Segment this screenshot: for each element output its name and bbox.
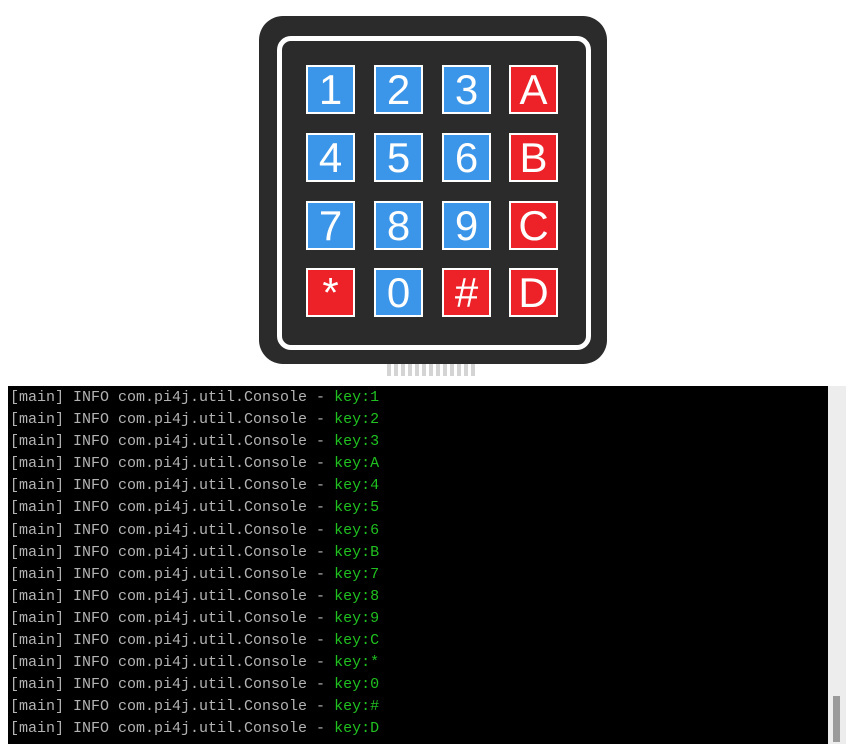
log-prefix: [main] INFO com.pi4j.util.Console -: [10, 521, 335, 539]
terminal-log-line: [main] INFO com.pi4j.util.Console - key:…: [10, 674, 379, 696]
terminal-log: [main] INFO com.pi4j.util.Console - key:…: [10, 387, 379, 741]
terminal-log-line: [main] INFO com.pi4j.util.Console - key:…: [10, 497, 379, 519]
log-prefix: [main] INFO com.pi4j.util.Console -: [10, 720, 335, 738]
key-4[interactable]: 4: [306, 133, 355, 182]
log-prefix: [main] INFO com.pi4j.util.Console -: [10, 499, 335, 517]
log-key-value: key:1: [334, 389, 380, 406]
key-a[interactable]: A: [509, 65, 558, 114]
log-prefix: [main] INFO com.pi4j.util.Console -: [10, 411, 335, 429]
log-key-value: key:D: [334, 720, 380, 738]
terminal-log-line: [main] INFO com.pi4j.util.Console - key:…: [10, 630, 379, 652]
terminal-log-line: [main] INFO com.pi4j.util.Console - key:…: [10, 453, 379, 475]
key-6[interactable]: 6: [442, 133, 491, 182]
key-hash[interactable]: #: [442, 268, 491, 317]
key-8[interactable]: 8: [374, 201, 423, 250]
terminal-scrollbar-thumb[interactable]: [833, 696, 840, 742]
terminal-log-line: [main] INFO com.pi4j.util.Console - key:…: [10, 608, 379, 630]
log-key-value: key:4: [334, 477, 380, 495]
log-key-value: key:6: [334, 521, 380, 539]
terminal-log-line: [main] INFO com.pi4j.util.Console - key:…: [10, 564, 379, 586]
key-7[interactable]: 7: [306, 201, 355, 250]
log-prefix: [main] INFO com.pi4j.util.Console -: [10, 609, 335, 627]
log-prefix: [main] INFO com.pi4j.util.Console -: [10, 433, 335, 451]
terminal-log-line: [main] INFO com.pi4j.util.Console - key:…: [10, 431, 379, 453]
log-prefix: [main] INFO com.pi4j.util.Console -: [10, 455, 335, 473]
keypad-4x4: 1 2 3 A 4 5 6 B 7 8 9 C * 0 # D: [259, 16, 607, 364]
key-5[interactable]: 5: [374, 133, 423, 182]
log-key-value: key:#: [334, 698, 380, 716]
terminal-log-line: [main] INFO com.pi4j.util.Console - key:…: [10, 542, 379, 564]
key-9[interactable]: 9: [442, 201, 491, 250]
log-key-value: key:5: [334, 499, 380, 517]
log-prefix: [main] INFO com.pi4j.util.Console -: [10, 587, 335, 605]
key-1[interactable]: 1: [306, 65, 355, 114]
terminal-log-line: [main] INFO com.pi4j.util.Console - key:…: [10, 409, 379, 431]
log-key-value: key:B: [334, 543, 380, 561]
terminal-log-line: [main] INFO com.pi4j.util.Console - key:…: [10, 718, 379, 740]
log-key-value: key:*: [334, 654, 380, 672]
key-2[interactable]: 2: [374, 65, 423, 114]
log-key-value: key:A: [334, 455, 380, 473]
terminal-log-line: [main] INFO com.pi4j.util.Console - key:…: [10, 696, 379, 718]
key-3[interactable]: 3: [442, 65, 491, 114]
log-key-value: key:9: [334, 609, 380, 627]
key-b[interactable]: B: [509, 133, 558, 182]
terminal-scrollbar[interactable]: [828, 386, 846, 744]
log-prefix: [main] INFO com.pi4j.util.Console -: [10, 477, 335, 495]
log-prefix: [main] INFO com.pi4j.util.Console -: [10, 676, 335, 694]
log-key-value: key:2: [334, 411, 380, 429]
terminal-log-line: [main] INFO com.pi4j.util.Console - key:…: [10, 520, 379, 542]
log-key-value: key:7: [334, 565, 380, 583]
log-prefix: [main] INFO com.pi4j.util.Console -: [10, 632, 335, 650]
log-prefix: [main] INFO com.pi4j.util.Console -: [10, 698, 335, 716]
key-0[interactable]: 0: [374, 268, 423, 317]
log-prefix: [main] INFO com.pi4j.util.Console -: [10, 565, 335, 583]
log-prefix: [main] INFO com.pi4j.util.Console -: [10, 543, 335, 561]
terminal-log-line: [main] INFO com.pi4j.util.Console - key:…: [10, 475, 379, 497]
keypad-ribbon-connector: [387, 362, 477, 376]
key-c[interactable]: C: [509, 201, 558, 250]
terminal-log-line: [main] INFO com.pi4j.util.Console - key:…: [10, 652, 379, 674]
terminal-log-line: [main] INFO com.pi4j.util.Console - key:…: [10, 387, 379, 409]
log-key-value: key:C: [334, 632, 380, 650]
log-key-value: key:0: [334, 676, 380, 694]
key-d[interactable]: D: [509, 268, 558, 317]
terminal-log-line: [main] INFO com.pi4j.util.Console - key:…: [10, 586, 379, 608]
log-key-value: key:8: [334, 587, 380, 605]
log-key-value: key:3: [334, 433, 380, 451]
log-prefix: [main] INFO com.pi4j.util.Console -: [10, 654, 335, 672]
log-prefix: [main] INFO com.pi4j.util.Console -: [10, 389, 335, 406]
key-star[interactable]: *: [306, 268, 355, 317]
terminal-window[interactable]: [main] INFO com.pi4j.util.Console - key:…: [8, 386, 846, 744]
